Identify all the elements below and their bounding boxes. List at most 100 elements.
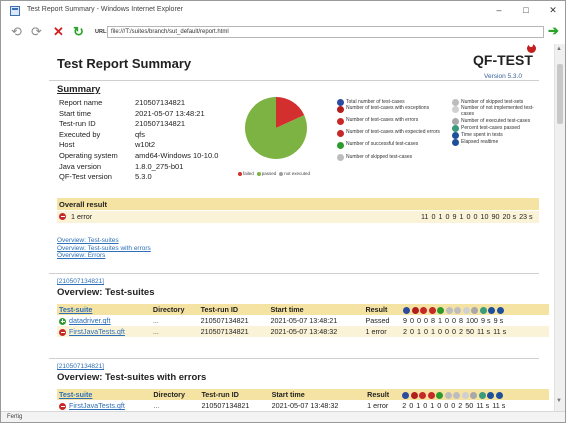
- error-status-icon: [59, 328, 66, 336]
- count-value: 1: [430, 401, 435, 410]
- count-value: 0: [438, 327, 443, 336]
- column-header: Directory: [150, 304, 199, 315]
- toc-link[interactable]: Overview: Errors: [57, 252, 151, 260]
- executed-icon: [470, 391, 478, 399]
- skipped-cases-icon: [444, 391, 452, 399]
- qftest-logo: QF-TEST: [473, 52, 533, 68]
- skipped-cases-icon: [445, 306, 453, 314]
- summary-row: Start time 2021-05-07 13:48:21: [59, 108, 231, 119]
- forward-icon[interactable]: ⟳: [31, 25, 42, 39]
- error-status-icon: [59, 402, 66, 410]
- percent-icon: [452, 125, 459, 132]
- close-window-button[interactable]: ✕: [548, 5, 558, 15]
- count-value: 2: [402, 401, 407, 410]
- minimize-button[interactable]: –: [494, 5, 504, 15]
- error-icon: [420, 306, 428, 314]
- legend-left: Total number of test-cases Number of test…: [337, 99, 455, 161]
- count-value: 2: [459, 327, 464, 336]
- scroll-up-icon[interactable]: ▲: [556, 46, 562, 52]
- suite-link[interactable]: FirstJavaTests.qft: [69, 327, 125, 336]
- legend-item: Number of executed test-cases: [452, 118, 546, 125]
- percent-icon: [479, 306, 487, 314]
- legend-label: Number of test-cases with exceptions: [346, 105, 430, 111]
- suites-err-heading: Overview: Test-suites with errors: [57, 372, 207, 383]
- scroll-thumb[interactable]: [557, 64, 563, 124]
- executed-icon: [471, 306, 479, 314]
- overall-number: 90: [491, 212, 500, 221]
- success-icon: [436, 391, 444, 399]
- cell-dir: ...: [151, 400, 200, 411]
- column-header: Test-suite: [57, 389, 152, 400]
- column-header: Result: [365, 389, 401, 400]
- summary-value: 2021-05-07 13:48:21: [135, 108, 205, 118]
- overall-status: 1 error: [71, 212, 93, 221]
- legend-item: Number of not implemented test-cases: [452, 105, 546, 118]
- overall-number: 11: [421, 212, 429, 221]
- realtime-icon: [496, 306, 504, 314]
- column-header: Directory: [151, 389, 200, 400]
- skipped-cases-icon: [337, 154, 344, 161]
- skipped-sets-icon: [454, 306, 462, 314]
- column-header: Test-run ID: [198, 304, 269, 315]
- pie-legend-label: passed: [261, 171, 277, 176]
- overall-number: 0: [431, 212, 436, 221]
- refresh-icon[interactable]: ↻: [73, 25, 84, 39]
- table-row: FirstJavaTests.qft... 210507134821 2021-05…: [57, 326, 549, 337]
- summary-row: Report name 210507134821: [59, 98, 231, 108]
- overall-result-header: Overall result: [57, 198, 539, 210]
- count-value: 0: [423, 401, 428, 410]
- version-label: Version 5.3.0: [484, 73, 522, 80]
- back-icon[interactable]: ⟲: [11, 25, 22, 39]
- cell-numbers: 2 0 1 0 1 0 0 0 2 50 11 s 11 s: [401, 326, 549, 337]
- summary-value: 5.3.0: [135, 172, 152, 182]
- result-pie-chart: [245, 97, 307, 159]
- count-value: 0: [409, 401, 414, 410]
- expected-error-icon: [427, 391, 435, 399]
- error-icon: [419, 391, 427, 399]
- suite-link[interactable]: datadriver.qft: [69, 316, 111, 325]
- count-value: 0: [410, 327, 415, 336]
- legend-item: Number of successful test-cases: [337, 141, 455, 154]
- go-arrow-icon[interactable]: ➔: [548, 24, 559, 38]
- summary-row: Host w10t2: [59, 141, 231, 150]
- column-header: Test-run ID: [199, 389, 270, 400]
- pie-legend-swatch: [238, 171, 242, 176]
- pie-legend-label: failed: [243, 171, 254, 176]
- error-icon: [337, 118, 344, 125]
- legend-item: Elapsed realtime: [452, 139, 546, 146]
- cell-start: 2021-05-07 13:48:21: [268, 315, 364, 326]
- suite-cell: FirstJavaTests.qft: [57, 326, 151, 337]
- success-icon: [337, 142, 344, 149]
- page-title: Test Report Summary: [57, 56, 192, 71]
- count-value: 0: [452, 327, 457, 336]
- stop-icon[interactable]: ✕: [53, 25, 64, 39]
- summary-value: 210507134821: [135, 119, 186, 129]
- overall-result-row: 1 error 11 0 1 0 9 1 0 0 10 90 20 s 23 s: [57, 211, 539, 223]
- time-icon: [488, 306, 496, 314]
- scroll-down-icon[interactable]: ▼: [556, 398, 562, 404]
- qftest-logo-mark: [527, 44, 536, 53]
- vertical-scrollbar[interactable]: ▲ ▼: [554, 44, 565, 411]
- column-header: Result: [363, 304, 402, 315]
- url-input[interactable]: file:///T:/suites/branch/sut_default/rep…: [107, 26, 544, 38]
- suite-link[interactable]: FirstJavaTests.qft: [69, 401, 125, 410]
- count-value: 50: [466, 327, 475, 336]
- count-value: 100: [466, 316, 479, 325]
- skipped-sets-icon: [453, 391, 461, 399]
- count-value: 11 s: [477, 327, 491, 336]
- maximize-button[interactable]: □: [521, 5, 531, 15]
- overall-number: 1: [459, 212, 464, 221]
- not-implemented-icon: [462, 306, 470, 314]
- count-value: 1: [438, 316, 443, 325]
- toc-link[interactable]: Overview: Test-suites: [57, 237, 151, 245]
- summary-row: Java version 1.8.0_275-b01: [59, 162, 231, 172]
- count-value: 0: [417, 316, 422, 325]
- summary-value: 210507134821: [135, 98, 186, 107]
- suite-cell: datadriver.qft: [57, 315, 151, 326]
- suites-err-run-link[interactable]: [210507134821]: [57, 363, 104, 370]
- status-bar: Fertig: [1, 411, 565, 422]
- pie-legend-swatch: [256, 171, 261, 176]
- toc-link[interactable]: Overview: Test-suites with errors: [57, 245, 151, 253]
- legend-label: Time spent in tests: [461, 132, 503, 138]
- suites-run-link[interactable]: [210507134821]: [57, 278, 104, 285]
